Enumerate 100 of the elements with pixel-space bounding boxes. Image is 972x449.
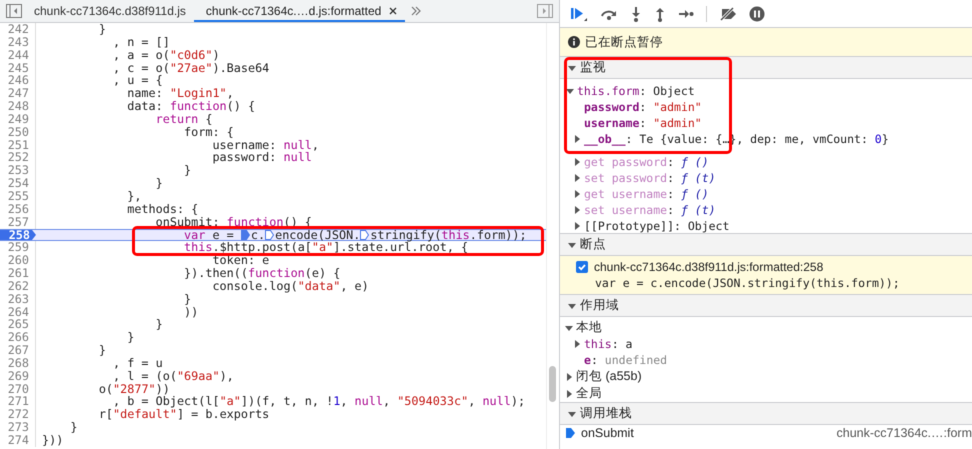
- line-number[interactable]: 252: [0, 151, 36, 164]
- line-number[interactable]: 270: [0, 382, 36, 396]
- expanded-arrow-icon[interactable]: [568, 410, 576, 418]
- collapsed-arrow-icon[interactable]: [565, 390, 573, 398]
- line-number[interactable]: 249: [0, 112, 36, 126]
- code-line: form: {: [183, 126, 234, 139]
- line-number[interactable]: 269: [0, 370, 36, 383]
- line-number[interactable]: 245: [0, 62, 36, 74]
- step-into-icon[interactable]: [630, 6, 642, 22]
- code-line: return {: [154, 112, 212, 126]
- line-number[interactable]: 255: [0, 190, 36, 203]
- collapsed-arrow-icon[interactable]: [573, 135, 581, 143]
- stack-frame-function[interactable]: onSubmit: [581, 426, 634, 440]
- line-number[interactable]: 260: [0, 254, 36, 268]
- line-number[interactable]: 248: [0, 100, 36, 113]
- pause-icon[interactable]: [749, 6, 765, 22]
- line-number[interactable]: 264: [0, 306, 36, 318]
- scope-group[interactable]: 闭包 (a55b): [576, 368, 642, 385]
- collapsed-arrow-icon[interactable]: [573, 190, 581, 198]
- sidebar-toggle-icon[interactable]: [6, 4, 22, 18]
- inline-breakpoint-icon[interactable]: [360, 230, 370, 240]
- section-header[interactable]: 作用域: [560, 294, 972, 317]
- expanded-arrow-icon[interactable]: [568, 64, 576, 72]
- section-title: 断点: [580, 236, 606, 253]
- expanded-arrow-icon[interactable]: [566, 87, 574, 95]
- step-out-icon[interactable]: [654, 6, 666, 22]
- line-number[interactable]: 253: [0, 164, 36, 178]
- line-number[interactable]: 250: [0, 126, 36, 139]
- expanded-arrow-icon[interactable]: [568, 302, 576, 310]
- line-number[interactable]: 261: [0, 267, 36, 280]
- code-line: username: null,: [211, 138, 320, 152]
- inline-breakpoint-icon[interactable]: [240, 230, 250, 240]
- line-number[interactable]: 263: [0, 292, 36, 306]
- expanded-arrow-icon[interactable]: [565, 324, 573, 332]
- object-property[interactable]: [[Prototype]]: Object: [584, 219, 730, 233]
- code-line: , u = {: [112, 74, 163, 88]
- sidebar-toggle-icon[interactable]: [537, 4, 553, 18]
- deactivate-breakpoints-icon[interactable]: [719, 6, 737, 20]
- line-number[interactable]: 244: [0, 48, 36, 62]
- section-header[interactable]: 断点: [560, 233, 972, 256]
- code-line: })): [41, 434, 64, 447]
- scope-group[interactable]: 本地: [576, 319, 602, 336]
- line-number[interactable]: 267: [0, 344, 36, 357]
- line-number[interactable]: 273: [0, 421, 36, 434]
- section-header[interactable]: 调用堆栈: [560, 402, 972, 425]
- resume-icon[interactable]: [570, 6, 588, 22]
- close-icon[interactable]: [389, 7, 398, 15]
- line-number[interactable]: 256: [0, 202, 36, 216]
- object-property[interactable]: set username: ƒ (t): [584, 203, 716, 217]
- line-number[interactable]: 265: [0, 318, 36, 332]
- collapsed-arrow-icon[interactable]: [573, 340, 581, 348]
- line-number[interactable]: 271: [0, 395, 36, 408]
- code-line: var e = c. encode(JSON. stringify(this.form));: [183, 230, 527, 240]
- code-line: , n = []: [112, 36, 170, 49]
- watch-expression[interactable]: this.form: Object: [577, 84, 695, 98]
- line-number[interactable]: 247: [0, 87, 36, 100]
- object-property[interactable]: get password: ƒ (): [584, 155, 709, 169]
- code-line: }: [98, 344, 106, 357]
- code-line: , f = u: [112, 356, 163, 370]
- line-number[interactable]: 274: [0, 434, 36, 447]
- collapsed-arrow-icon[interactable]: [573, 222, 581, 230]
- scope-group[interactable]: 全局: [576, 385, 602, 402]
- line-number[interactable]: 272: [0, 408, 36, 422]
- code-line: }: [98, 23, 106, 36]
- line-number[interactable]: 268: [0, 356, 36, 370]
- line-number[interactable]: 242: [0, 23, 36, 36]
- step-icon[interactable]: [678, 8, 694, 20]
- object-property[interactable]: password: "admin": [584, 100, 702, 114]
- breakpoint-checkbox[interactable]: [576, 261, 588, 273]
- code-line: )): [183, 306, 198, 318]
- section-header[interactable]: 监视: [560, 56, 972, 79]
- collapsed-arrow-icon[interactable]: [565, 372, 573, 380]
- line-number[interactable]: 266: [0, 331, 36, 344]
- collapsed-arrow-icon[interactable]: [573, 206, 581, 214]
- line-number[interactable]: 259: [0, 241, 36, 254]
- scrollbar-thumb[interactable]: [549, 366, 556, 402]
- line-number[interactable]: 251: [0, 138, 36, 152]
- object-property[interactable]: set password: ƒ (t): [584, 171, 716, 185]
- scope-variable[interactable]: e: undefined: [584, 353, 668, 367]
- inline-breakpoint-icon[interactable]: [265, 230, 274, 240]
- line-number[interactable]: 246: [0, 74, 36, 88]
- object-property[interactable]: get username: ƒ (): [584, 187, 709, 201]
- code-line: , c = o("27ae").Base64: [112, 62, 270, 74]
- line-number[interactable]: 262: [0, 280, 36, 293]
- scope-variable[interactable]: this: a: [584, 337, 632, 351]
- paused-message: 已在断点暂停: [585, 34, 663, 50]
- code-line: }: [126, 331, 134, 344]
- file-tab[interactable]: chunk-cc71364c.…d.js:formatted: [194, 0, 406, 22]
- line-number[interactable]: 254: [0, 177, 36, 190]
- expanded-arrow-icon[interactable]: [568, 240, 576, 248]
- code-line: token: e: [211, 254, 270, 268]
- object-property[interactable]: username: "admin": [584, 116, 702, 130]
- collapsed-arrow-icon[interactable]: [573, 158, 581, 166]
- breakpoint-location[interactable]: chunk-cc71364c.d38f911d.js:formatted:258: [594, 260, 824, 274]
- more-tabs-icon[interactable]: [411, 6, 422, 16]
- line-number[interactable]: 243: [0, 36, 36, 49]
- collapsed-arrow-icon[interactable]: [573, 174, 581, 182]
- stack-frame-location[interactable]: chunk-cc71364c.…:form: [836, 426, 972, 440]
- file-tab[interactable]: chunk-cc71364c.d38f911d.js: [22, 0, 194, 22]
- line-number[interactable]: 258: [0, 230, 36, 240]
